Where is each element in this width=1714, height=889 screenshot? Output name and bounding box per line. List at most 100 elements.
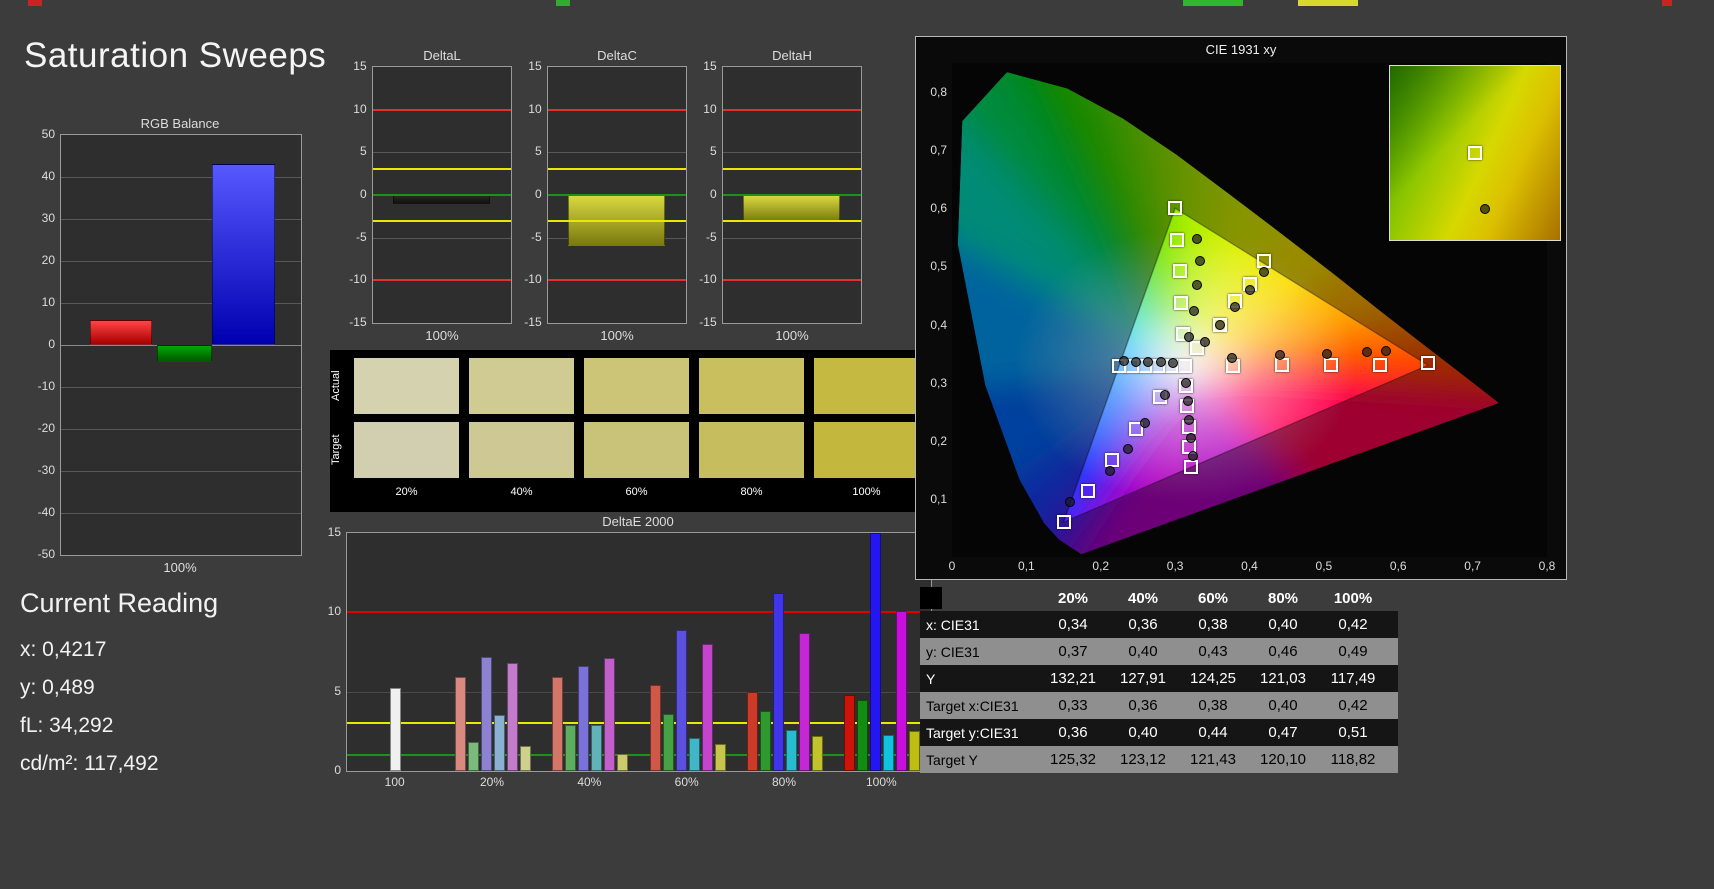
reading-value: y: 0,489 xyxy=(20,676,95,699)
target-marker-green xyxy=(1174,296,1189,311)
axis-tick-label: 100% xyxy=(775,328,809,343)
target-swatch xyxy=(699,422,804,478)
axis-tick-label: 10 xyxy=(528,101,542,116)
gridline xyxy=(547,152,686,154)
axis-tick-label: 100% xyxy=(852,486,881,498)
measurement-dot-yellow xyxy=(1199,336,1210,347)
cie-plot-area xyxy=(952,63,1561,557)
axis-tick-label: -40 xyxy=(37,505,55,519)
axis-tick-label: 15 xyxy=(528,59,542,73)
calibration-dashboard: Saturation Sweeps RGB Balance 50 40 30 20 10… xyxy=(0,0,1714,889)
limit-line xyxy=(547,168,686,171)
deltae-bar xyxy=(578,666,590,771)
target-marker-blue xyxy=(1104,452,1119,467)
chart-title: RGB Balance xyxy=(140,116,220,131)
axis-tick-label: 0,6 xyxy=(930,201,947,216)
measurement-dot-magenta xyxy=(1184,414,1195,425)
axis-tick-label: 0 xyxy=(359,187,367,201)
actual-swatch xyxy=(584,358,689,414)
table-cell: 0,33 xyxy=(1058,697,1088,714)
chart-title: DeltaL xyxy=(423,48,461,63)
gridline xyxy=(61,471,301,472)
target-swatch xyxy=(354,422,459,478)
target-marker xyxy=(1468,146,1482,160)
table-cell: 123,12 xyxy=(1120,751,1166,768)
table-row: x: CIE31 0,34 0,36 0,38 0,40 0,42 xyxy=(920,611,1398,638)
axis-tick-label: 0,7 xyxy=(1464,559,1481,573)
axis-tick-label: 40% xyxy=(577,775,602,789)
axis-tick-label: 20% xyxy=(479,775,505,789)
measurement-dot-green xyxy=(1183,332,1194,343)
reading-items: x: 0,4217 y: 0,489 fL: 34,292 cd/m²: 117,49… xyxy=(20,631,218,783)
axis-tick-label: -20 xyxy=(37,421,55,435)
table-cell: 132,21 xyxy=(1050,670,1096,687)
axis-tick-label: 40% xyxy=(510,486,533,498)
top-tab-indicator[interactable] xyxy=(556,0,570,6)
measurement-dot-cyan xyxy=(1167,357,1178,368)
table-cell: 125,32 xyxy=(1050,751,1096,768)
y-axis: 15 10 5 0 -5 -10 -15 xyxy=(342,59,372,329)
rgb-balance-chart: RGB Balance 50 40 30 20 10 0 -10 -20 -30 -40 -50 1… xyxy=(30,116,316,575)
top-tab-indicator[interactable] xyxy=(1662,0,1672,6)
table-cell: 118,82 xyxy=(1330,751,1376,768)
measurement-dot-green xyxy=(1188,305,1199,316)
axis-tick-label: 0,3 xyxy=(1166,559,1184,573)
measurement-dot-yellow xyxy=(1214,319,1225,330)
table-cell: 0,36 xyxy=(1128,697,1158,714)
chart-title: DeltaC xyxy=(597,48,637,63)
measurement-dot-blue xyxy=(1122,443,1133,454)
table-corner xyxy=(920,587,942,609)
table-header: 20% 40% 60% 80% 100% xyxy=(920,585,1398,611)
measurement-dot-magenta xyxy=(1182,396,1193,407)
rgb-bar-green xyxy=(157,345,213,362)
top-tab-indicator[interactable] xyxy=(1183,0,1243,6)
table-cell: 0,46 xyxy=(1268,643,1298,660)
target-swatch xyxy=(584,422,689,478)
deltae-bar xyxy=(909,731,921,771)
table-cell: 121,43 xyxy=(1190,751,1236,768)
measurement-dot-green xyxy=(1195,255,1206,266)
table-cell: 0,44 xyxy=(1198,724,1228,741)
axis-tick-label: 10 xyxy=(353,101,367,116)
table-row-label: Target x:CIE31 xyxy=(926,697,1019,714)
axis-tick-label: -15 xyxy=(349,315,367,329)
section-title: Current Reading xyxy=(20,588,219,618)
axis-tick-label: 40 xyxy=(41,169,55,183)
table-column-header: 20% xyxy=(1057,589,1089,607)
deltae-bar xyxy=(494,715,505,771)
limit-line xyxy=(722,108,861,111)
y-axis: 15 10 5 0 -5 -10 -15 xyxy=(692,59,722,329)
target-marker-magenta xyxy=(1183,460,1198,475)
measurement-dot-blue xyxy=(1139,417,1150,428)
axis-tick-label: 0,4 xyxy=(1241,559,1258,573)
row-label: Target xyxy=(330,434,342,466)
axis-tick-label: 0,7 xyxy=(930,143,947,158)
page-title: Saturation Sweeps xyxy=(24,36,327,75)
top-tab-indicator[interactable] xyxy=(1298,0,1358,6)
deltae-bar xyxy=(390,688,402,771)
axis-tick-label: -5 xyxy=(705,229,717,244)
limit-line xyxy=(372,279,511,282)
deltae-bar xyxy=(662,713,674,771)
axis-tick-label: 0 xyxy=(948,559,956,573)
axis-tick-label: 100% xyxy=(865,775,897,789)
deltae-bar xyxy=(799,632,810,771)
deltae-bar xyxy=(591,724,603,771)
table-row: Target x:CIE31 0,33 0,36 0,38 0,40 0,42 xyxy=(920,692,1398,719)
measurement-dot-green xyxy=(1192,233,1203,244)
table-cell: 0,49 xyxy=(1338,643,1368,660)
gridline xyxy=(372,152,511,154)
table-row-label: Y xyxy=(926,670,936,687)
axis-tick-label: 10 xyxy=(327,604,341,619)
target-marker-red xyxy=(1421,356,1435,371)
table-row: Target Y 125,32 123,12 121,43 120,10 118,82 xyxy=(920,746,1398,773)
axis-tick-label: -30 xyxy=(37,463,55,477)
plot-row: 15 10 5 0 -5 -10 -15 xyxy=(342,59,512,329)
deltae-bar xyxy=(844,694,856,771)
deltae-bar xyxy=(760,710,771,771)
plot-row: 15 10 5 0 xyxy=(318,525,938,777)
deltae-bar xyxy=(455,677,466,771)
target-marker-yellow xyxy=(1257,253,1272,268)
axis-tick-label: 0,1 xyxy=(930,491,947,506)
top-tab-indicator[interactable] xyxy=(28,0,42,6)
